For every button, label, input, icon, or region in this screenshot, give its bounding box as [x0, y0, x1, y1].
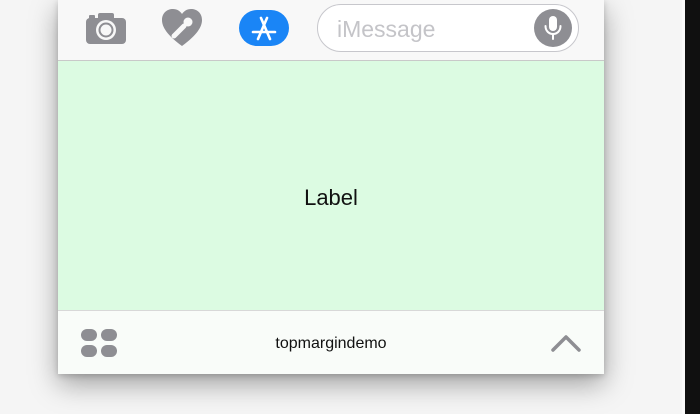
camera-icon [86, 13, 126, 44]
message-toolbar: iMessage [58, 0, 604, 61]
microphone-icon [544, 16, 562, 40]
extension-label: Label [304, 185, 358, 210]
dictation-button[interactable] [534, 9, 572, 47]
chevron-up-icon [551, 335, 581, 352]
expand-button[interactable] [548, 329, 584, 357]
app-store-icon [239, 10, 289, 46]
app-drawer-bar: topmargindemo [58, 310, 604, 374]
extension-view: Label [58, 61, 604, 310]
imessage-input[interactable]: iMessage [317, 4, 579, 52]
desktop-edge-dark [685, 0, 700, 414]
imessage-placeholder: iMessage [337, 16, 436, 42]
camera-button[interactable] [84, 8, 128, 48]
messages-window: iMessage Label topmargindemo [58, 0, 604, 374]
digital-touch-heart-icon [162, 9, 202, 46]
digital-touch-button[interactable] [160, 7, 204, 49]
app-name-label: topmargindemo [275, 335, 387, 352]
app-store-button[interactable] [238, 7, 290, 49]
